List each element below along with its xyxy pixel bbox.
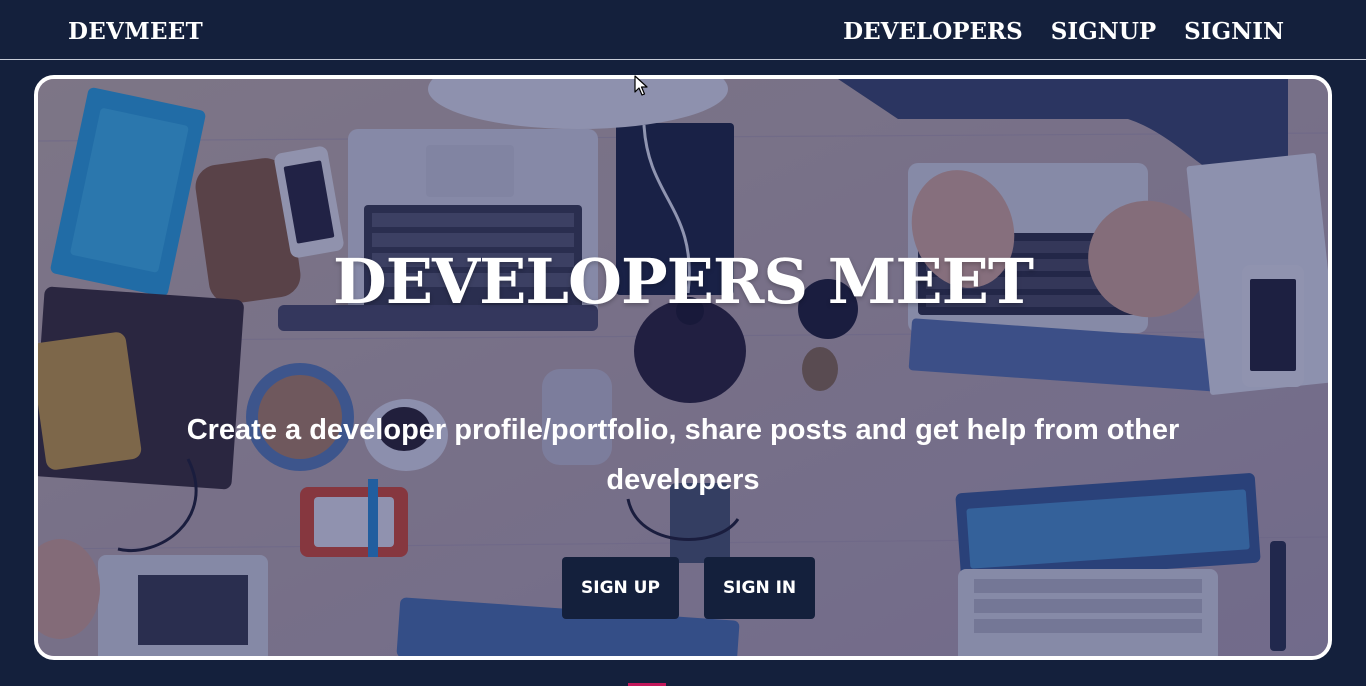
nav-link-developers[interactable]: DEVELOPERS	[843, 18, 1023, 45]
brand-logo[interactable]: DEVMEET	[68, 18, 203, 45]
nav-link-signin[interactable]: SIGNIN	[1184, 18, 1284, 45]
navbar: DEVMEET DEVELOPERS SIGNUP SIGNIN	[0, 0, 1366, 60]
hero-buttons: SIGN UP SIGN IN	[562, 557, 816, 619]
mouse-pointer-icon	[634, 75, 648, 96]
nav-link-signup[interactable]: SIGNUP	[1051, 18, 1156, 45]
hero-section: DEVELOPERS MEET Create a developer profi…	[34, 75, 1332, 660]
nav-links: DEVELOPERS SIGNUP SIGNIN	[843, 18, 1284, 45]
hero-subtitle: Create a developer profile/portfolio, sh…	[186, 414, 1180, 496]
signin-button[interactable]: SIGN IN	[703, 557, 816, 619]
signup-button[interactable]: SIGN UP	[562, 557, 679, 619]
hero-title: DEVELOPERS MEET	[332, 245, 1034, 318]
